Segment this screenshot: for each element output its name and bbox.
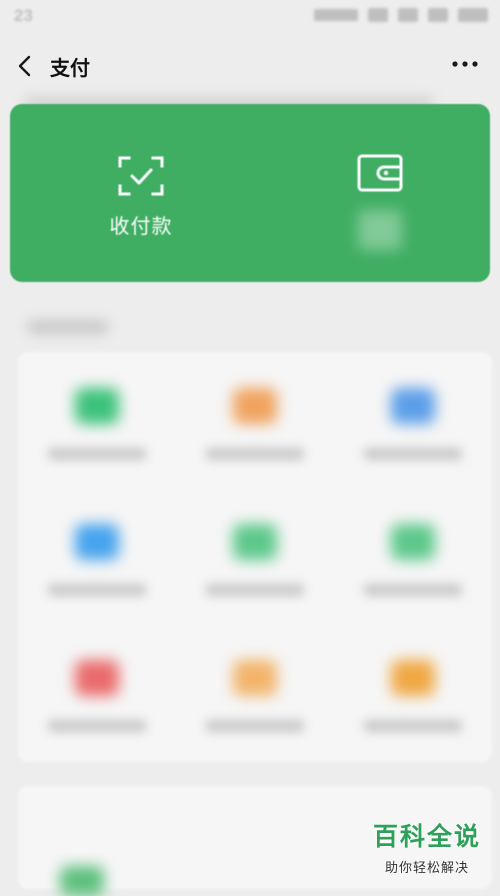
section-heading-blurred	[28, 320, 108, 334]
status-time: 23	[14, 6, 33, 25]
service-icon	[391, 524, 435, 560]
service-label-blurred	[48, 584, 146, 596]
navigation-header: 支付	[0, 36, 500, 96]
battery-icon	[458, 8, 488, 22]
wallet-button[interactable]	[340, 154, 420, 250]
service-icon	[391, 660, 435, 696]
service-item[interactable]	[334, 624, 492, 760]
status-indicators	[314, 8, 488, 22]
service-label-blurred	[48, 720, 146, 732]
wallet-icon	[357, 154, 403, 192]
phone-icon	[391, 388, 435, 424]
card-icon	[75, 388, 119, 424]
watermark: 百科全说 助你轻松解决	[366, 817, 488, 879]
service-item[interactable]	[176, 488, 334, 624]
service-label-blurred	[206, 448, 304, 460]
receive-pay-button[interactable]: 收付款	[96, 156, 186, 239]
service-icon	[60, 866, 104, 896]
signal-icon	[368, 8, 388, 22]
more-dots-icon[interactable]	[452, 60, 478, 68]
service-item[interactable]	[176, 624, 334, 760]
scan-frame-icon	[118, 156, 164, 196]
services-grid	[18, 352, 492, 762]
status-bar: 23	[0, 0, 500, 36]
wifi-icon	[428, 8, 448, 22]
signal-icon-2	[398, 8, 418, 22]
heart-icon	[75, 660, 119, 696]
wallet-stack-icon	[233, 388, 277, 424]
network-speed-icon	[314, 9, 358, 21]
page-title: 支付	[50, 58, 90, 80]
service-item[interactable]	[176, 352, 334, 488]
service-label-blurred	[364, 584, 462, 596]
chevron-left-icon[interactable]	[12, 52, 40, 80]
service-item[interactable]	[18, 488, 176, 624]
service-item[interactable]	[334, 352, 492, 488]
service-label-blurred	[206, 720, 304, 732]
service-icon	[233, 660, 277, 696]
service-item[interactable]	[18, 624, 176, 760]
service-label-blurred	[364, 448, 462, 460]
service-icon	[233, 524, 277, 560]
watermark-title: 百科全说	[372, 823, 481, 851]
payment-card: 收付款	[10, 104, 490, 282]
service-label-blurred	[48, 448, 146, 460]
receive-pay-label: 收付款	[109, 216, 173, 238]
service-label-blurred	[206, 584, 304, 596]
service-item[interactable]	[18, 352, 176, 488]
wallet-label-blurred	[358, 210, 402, 250]
tencent-icon	[75, 524, 119, 560]
watermark-subtitle: 助你轻松解决	[384, 860, 469, 875]
service-label-blurred	[364, 720, 462, 732]
service-item[interactable]	[334, 488, 492, 624]
